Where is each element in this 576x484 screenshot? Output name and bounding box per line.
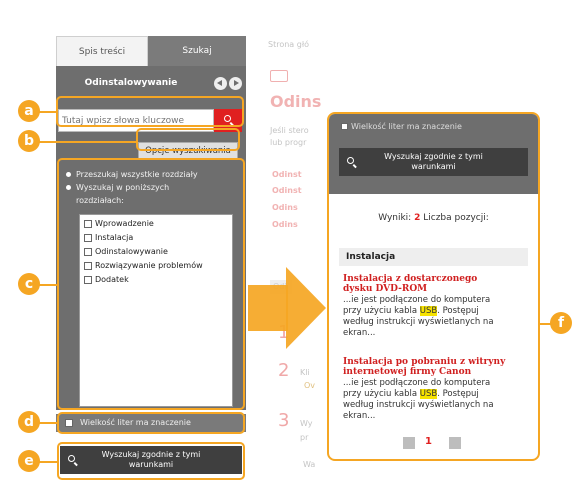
search-conditions-label-1: Wyszukaj zgodnie z tymi: [384, 152, 483, 161]
prev-arrow-icon[interactable]: [214, 77, 227, 90]
results-label: Wyniki:: [378, 213, 412, 223]
panel-title: Odinstalowywanie: [84, 78, 178, 88]
search-results-panel: Wielkość liter ma znaczenie Wyszukaj zgo…: [327, 112, 540, 461]
result-title-line[interactable]: Instalacja z dostarczonego: [343, 274, 523, 284]
pagination: 1: [329, 434, 538, 454]
result-title-line[interactable]: Instalacja po pobraniu z witryny: [343, 357, 523, 367]
leader-e: [38, 461, 58, 463]
snippet-line: przy użyciu kabla USB. Postępuj: [343, 306, 523, 317]
snippet-line: ekran...: [343, 328, 376, 338]
result-title-2[interactable]: Instalacja po pobraniu z witryny interne…: [343, 357, 523, 377]
highlight-box-a: [56, 96, 244, 127]
tab-search[interactable]: Szukaj: [148, 36, 246, 66]
result-snippet-2: ...ie jest podłączone do komputera przy …: [343, 378, 523, 422]
breadcrumb[interactable]: Strona głó: [268, 40, 309, 49]
step-number-2: 2: [278, 360, 290, 381]
step-text-3: Wy: [300, 419, 313, 428]
link-4[interactable]: Odins: [272, 220, 298, 229]
page-number[interactable]: 1: [425, 436, 432, 447]
results-panel-header: Wielkość liter ma znaczenie Wyszukaj zgo…: [329, 114, 538, 194]
keyword-highlight: USB: [419, 306, 438, 316]
leader-d: [38, 422, 58, 424]
leader-a: [38, 111, 58, 113]
keyword-highlight: USB: [419, 389, 438, 399]
arrow-head-icon: [286, 267, 326, 349]
highlight-box-e: [57, 442, 245, 480]
callout-badge-a: a: [18, 100, 40, 122]
callout-badge-f: f: [550, 312, 572, 334]
case-sensitive-label: Wielkość liter ma znaczenie: [351, 122, 462, 131]
next-page-button[interactable]: [449, 437, 461, 449]
leader-c: [38, 284, 58, 286]
snippet-line: ...ie jest podłączone do komputera: [343, 295, 491, 305]
snippet-line: ekran...: [343, 411, 376, 421]
snippet-text: przy użyciu kabla: [343, 389, 420, 399]
link-3[interactable]: Odins: [272, 203, 298, 212]
result-title-line[interactable]: dysku DVD-ROM: [343, 284, 523, 294]
case-sensitive-row[interactable]: Wielkość liter ma znaczenie: [341, 122, 462, 131]
highlight-box-b: [136, 128, 240, 151]
intro-line-2: lub progr: [270, 138, 307, 147]
result-title-1[interactable]: Instalacja z dostarczonego dysku DVD-ROM: [343, 274, 523, 294]
snippet-line: przy użyciu kabla USB. Postępuj: [343, 389, 523, 400]
panel-titlebar: Odinstalowywanie: [56, 66, 246, 100]
search-conditions-button[interactable]: Wyszukaj zgodnie z tymi warunkami: [339, 148, 528, 176]
callout-badge-d: d: [18, 411, 40, 433]
link-1[interactable]: Odinst: [272, 170, 302, 179]
snippet-line: według instrukcji wyświetlanych na: [343, 400, 494, 410]
results-count: 2: [414, 213, 421, 223]
footer-text: Wa: [303, 460, 316, 469]
step-text-2b: Ov: [304, 381, 316, 390]
step-number-3: 3: [278, 410, 290, 431]
leader-b: [38, 141, 136, 143]
arrow-icon: [248, 285, 288, 331]
page-heading: Odins: [270, 92, 322, 111]
tab-table-of-contents[interactable]: Spis treści: [56, 36, 148, 66]
snippet-text: przy użyciu kabla: [343, 306, 420, 316]
step-text-2: Kli: [300, 368, 310, 377]
intro-line-1: Jeśli stero: [270, 126, 309, 135]
callout-badge-c: c: [18, 273, 40, 295]
step-text-3b: pr: [300, 433, 309, 442]
case-sensitive-checkbox[interactable]: [341, 123, 348, 130]
snippet-text: . Postępuj: [437, 389, 479, 399]
search-conditions-label-2: warunkami: [411, 162, 456, 171]
highlight-box-c: [57, 158, 245, 410]
result-title-line[interactable]: internetowej firmy Canon: [343, 367, 523, 377]
snippet-line: ...ie jest podłączone do komputera: [343, 378, 491, 388]
snippet-line: według instrukcji wyświetlanych na: [343, 317, 494, 327]
results-suffix: Liczba pozycji:: [423, 213, 489, 223]
search-icon: [347, 157, 354, 164]
result-snippet-1: ...ie jest podłączone do komputera przy …: [343, 295, 523, 339]
link-2[interactable]: Odinst: [272, 186, 302, 195]
next-arrow-icon[interactable]: [229, 77, 242, 90]
results-section-header: Instalacja: [339, 248, 528, 266]
results-summary: Wyniki: 2 Liczba pozycji:: [329, 213, 538, 223]
prev-page-button[interactable]: [403, 437, 415, 449]
highlight-box-d: [57, 412, 245, 434]
callout-badge-e: e: [18, 450, 40, 472]
snippet-text: . Postępuj: [437, 306, 479, 316]
callout-badge-b: b: [18, 130, 40, 152]
back-arrow-button[interactable]: [270, 70, 288, 82]
